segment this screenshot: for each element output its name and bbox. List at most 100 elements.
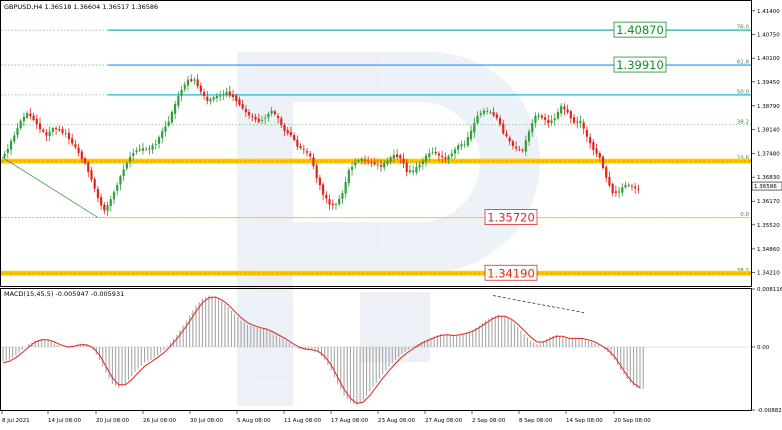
candle-body	[553, 118, 556, 121]
candle-body	[637, 188, 640, 190]
candle-body	[386, 160, 389, 164]
candle-body	[289, 131, 293, 136]
candle-body	[251, 115, 254, 117]
candle-body	[521, 149, 524, 151]
candle-body	[58, 129, 61, 131]
macd-title: MACD(15,45,5) -0.005947 -0.005931	[4, 290, 124, 298]
candle-body	[434, 151, 437, 154]
macd-tick-label: 0.00	[757, 345, 770, 351]
candle-body	[463, 144, 466, 146]
candle-body	[318, 177, 321, 186]
candle-body	[276, 115, 280, 119]
candle-body	[305, 151, 309, 153]
candle-body	[3, 154, 6, 158]
price-tick-label: 1.41400	[757, 9, 780, 15]
candle-body	[495, 114, 498, 119]
candle-body	[402, 158, 405, 164]
candle-body	[48, 131, 51, 137]
candle-body	[71, 138, 74, 144]
candle-body	[486, 111, 489, 112]
time-tick-label: 8 Sep 08:00	[519, 418, 553, 424]
price-tick-label: 1.36170	[757, 199, 780, 205]
candle-body	[511, 141, 515, 146]
candle-body	[19, 120, 22, 129]
fib-anchor-line	[1, 156, 99, 218]
price-label-text: 1.39910	[616, 58, 664, 72]
candle-body	[190, 79, 193, 82]
candle-body	[630, 185, 634, 187]
time-tick-label: 11 Aug 08:00	[284, 418, 322, 424]
candle-body	[341, 193, 344, 199]
candle-body	[621, 187, 624, 193]
candle-body	[556, 112, 560, 119]
price-tick-label: 1.37480	[757, 152, 780, 158]
candle-body	[6, 148, 9, 153]
candle-body	[524, 140, 527, 152]
candle-body	[206, 96, 209, 101]
price-tick-label: 1.35520	[757, 223, 780, 229]
candle-body	[415, 167, 418, 173]
price-tick-label: 1.40100	[757, 56, 780, 62]
candle-body	[16, 128, 19, 136]
candle-body	[627, 184, 630, 186]
candle-body	[466, 137, 469, 146]
candle-body	[595, 148, 598, 154]
candle-body	[482, 110, 486, 114]
candle-body	[122, 169, 125, 177]
candle-body	[614, 191, 617, 193]
candle-body	[566, 109, 569, 113]
candle-body	[293, 135, 296, 140]
candle-body	[45, 132, 48, 136]
candle-body	[396, 154, 399, 158]
candle-body	[325, 194, 328, 199]
candle-body	[90, 170, 93, 180]
candle-body	[257, 118, 260, 123]
candle-body	[624, 185, 627, 188]
price-tick-label: 1.39450	[757, 80, 780, 86]
candle-body	[363, 159, 367, 161]
candle-body	[389, 157, 392, 162]
candle-body	[231, 94, 235, 98]
candle-body	[254, 116, 257, 120]
candle-body	[376, 164, 379, 166]
candle-body	[505, 133, 508, 137]
candle-body	[543, 117, 547, 120]
candle-body	[61, 128, 64, 133]
candle-body	[357, 160, 360, 162]
candle-body	[38, 123, 42, 130]
chart-window: 76.061.850.038.223.60.038.2 1.414001.407…	[0, 0, 782, 426]
candle-body	[196, 79, 199, 87]
time-tick-label: 2 Sep 08:00	[472, 418, 506, 424]
candle-body	[469, 130, 473, 140]
candle-body	[453, 149, 457, 154]
candle-body	[180, 89, 183, 96]
candle-body	[399, 155, 402, 159]
candle-body	[424, 155, 428, 162]
candle-body	[598, 153, 601, 158]
candle-body	[608, 176, 611, 186]
candle-body	[299, 146, 302, 149]
candle-body	[508, 137, 511, 142]
candle-body	[563, 106, 566, 110]
candle-body	[264, 117, 267, 119]
candle-body	[119, 176, 122, 185]
candle-body	[270, 110, 273, 114]
candle-body	[315, 165, 318, 179]
candle-body	[489, 112, 492, 114]
candle-body	[531, 123, 534, 133]
candle-body	[109, 199, 112, 206]
candle-body	[428, 153, 431, 158]
candle-body	[617, 191, 621, 193]
candle-body	[186, 79, 190, 86]
candle-body	[116, 185, 119, 191]
candle-body	[135, 150, 138, 153]
candle-body	[576, 121, 579, 123]
candle-body	[87, 162, 90, 172]
candle-body	[479, 113, 482, 116]
candle-body	[283, 124, 286, 131]
candle-body	[267, 113, 270, 118]
candle-body	[518, 149, 521, 151]
candle-body	[100, 197, 103, 206]
candle-body	[64, 132, 67, 134]
candle-body	[338, 198, 341, 205]
